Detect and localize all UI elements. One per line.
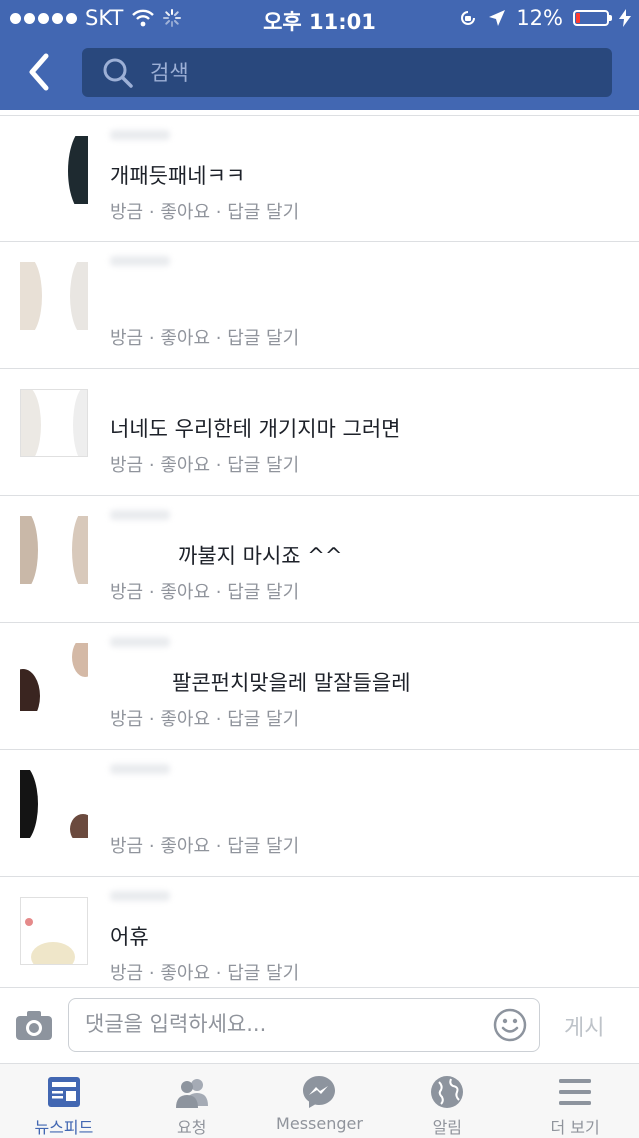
tab-messenger[interactable]: Messenger — [256, 1064, 384, 1138]
comment-time: 방금 — [110, 963, 144, 984]
comment-text: 팔콘펀치맞을레 말잘들을레 — [172, 671, 411, 695]
status-right: 12% — [458, 6, 631, 30]
comment-time: 방금 — [110, 582, 144, 603]
comment-composer: 게시 — [0, 987, 639, 1063]
like-button[interactable]: 좋아요 — [160, 836, 210, 857]
comment-time: 방금 — [110, 328, 144, 349]
search-bar[interactable] — [82, 48, 612, 97]
tab-label: 더 보기 — [550, 1118, 600, 1137]
commenter-name-redacted[interactable] — [110, 891, 170, 901]
reply-button[interactable]: 답글 달기 — [227, 836, 299, 857]
commenter-name-redacted[interactable] — [110, 637, 170, 647]
comment-item: 개패듯패네ㅋㅋ 방금 · 좋아요 · 답글 달기 — [0, 115, 639, 242]
comment-actions: 방금 · 좋아요 · 답글 달기 — [110, 836, 300, 857]
charging-bolt-icon — [619, 9, 631, 27]
messenger-icon — [303, 1076, 336, 1108]
reply-button[interactable]: 답글 달기 — [227, 455, 299, 476]
tab-bar: 뉴스피드 요청 Messenger 알림 더 보기 — [0, 1063, 639, 1138]
avatar[interactable] — [20, 897, 88, 965]
camera-icon — [16, 1011, 52, 1040]
comment-time: 방금 — [110, 202, 144, 223]
comment-text: 개패듯패네ㅋㅋ — [110, 164, 246, 188]
tab-notifications[interactable]: 알림 — [383, 1064, 511, 1138]
battery-percentage: 12% — [516, 6, 563, 30]
post-button[interactable]: 게시 — [564, 1010, 604, 1042]
comment-item: 팔콘펀치맞을레 말잘들을레 방금 · 좋아요 · 답글 달기 — [0, 623, 639, 750]
back-button[interactable] — [22, 50, 56, 94]
battery-icon — [573, 10, 612, 26]
reply-button[interactable]: 답글 달기 — [227, 328, 299, 349]
tab-label: 알림 — [432, 1118, 463, 1137]
news-feed-icon — [47, 1077, 80, 1107]
battery-level-fill — [576, 13, 580, 23]
comment-actions: 방금 · 좋아요 · 답글 달기 — [110, 202, 300, 223]
comment-input[interactable] — [83, 1011, 467, 1037]
reply-button[interactable]: 답글 달기 — [227, 963, 299, 984]
commenter-name-redacted[interactable] — [110, 256, 170, 266]
comment-time: 방금 — [110, 455, 144, 476]
menu-icon — [559, 1079, 592, 1105]
like-button[interactable]: 좋아요 — [160, 582, 210, 603]
comment-time: 방금 — [110, 836, 144, 857]
like-button[interactable]: 좋아요 — [160, 709, 210, 730]
avatar[interactable] — [20, 136, 88, 204]
tab-label: 뉴스피드 — [34, 1118, 94, 1137]
comment-item: 방금 · 좋아요 · 답글 달기 — [0, 750, 639, 877]
tab-friend-requests[interactable]: 요청 — [128, 1064, 256, 1138]
avatar[interactable] — [20, 770, 88, 838]
comment-item: 방금 · 좋아요 · 답글 달기 — [0, 242, 639, 369]
smiley-icon — [493, 1008, 527, 1042]
search-input[interactable] — [148, 59, 552, 86]
comment-actions: 방금 · 좋아요 · 답글 달기 — [110, 455, 300, 476]
search-icon — [103, 58, 133, 88]
like-button[interactable]: 좋아요 — [160, 202, 210, 223]
avatar[interactable] — [20, 389, 88, 457]
comment-text: 까불지 마시죠 ^^ — [178, 544, 343, 568]
comment-item: 어휴 방금 · 좋아요 · 답글 달기 — [0, 877, 639, 1004]
comment-item: 너네도 우리한테 개기지마 그러면 방금 · 좋아요 · 답글 달기 — [0, 369, 639, 496]
tab-more[interactable]: 더 보기 — [511, 1064, 639, 1138]
avatar[interactable] — [20, 516, 88, 584]
tab-news-feed[interactable]: 뉴스피드 — [0, 1064, 128, 1138]
reply-button[interactable]: 답글 달기 — [227, 202, 299, 223]
like-button[interactable]: 좋아요 — [160, 328, 210, 349]
tab-label: 요청 — [176, 1118, 207, 1137]
app-header: SKT 오후 11:01 12% 검색 — [0, 0, 639, 110]
status-bar: SKT 오후 11:01 12% — [0, 0, 639, 36]
comment-field[interactable] — [68, 998, 540, 1052]
reply-button[interactable]: 답글 달기 — [227, 582, 299, 603]
comment-actions: 방금 · 좋아요 · 답글 달기 — [110, 328, 300, 349]
comment-actions: 방금 · 좋아요 · 답글 달기 — [110, 582, 300, 603]
reply-button[interactable]: 답글 달기 — [227, 709, 299, 730]
comment-actions: 방금 · 좋아요 · 답글 달기 — [110, 963, 300, 984]
avatar[interactable] — [20, 262, 88, 330]
tab-label: Messenger — [276, 1114, 363, 1133]
avatar[interactable] — [20, 643, 88, 711]
globe-icon — [431, 1076, 464, 1108]
commenter-name-redacted[interactable] — [110, 130, 170, 140]
sticker-button[interactable] — [493, 1008, 527, 1042]
comment-item: 까불지 마시죠 ^^ 방금 · 좋아요 · 답글 달기 — [0, 496, 639, 623]
comment-list: 개패듯패네ㅋㅋ 방금 · 좋아요 · 답글 달기 방금 · 좋아요 · 답글 달… — [0, 115, 639, 1004]
commenter-name-redacted[interactable] — [110, 510, 170, 520]
comment-actions: 방금 · 좋아요 · 답글 달기 — [110, 709, 300, 730]
comment-text: 너네도 우리한테 개기지마 그러면 — [110, 417, 401, 441]
comment-time: 방금 — [110, 709, 144, 730]
like-button[interactable]: 좋아요 — [160, 963, 210, 984]
chevron-left-icon — [29, 53, 49, 91]
friend-requests-icon — [175, 1079, 208, 1108]
commenter-name-redacted[interactable] — [110, 764, 170, 774]
location-arrow-icon — [489, 10, 506, 26]
orientation-lock-icon — [461, 11, 476, 25]
comment-text: 어휴 — [110, 925, 149, 949]
camera-button[interactable] — [14, 1008, 54, 1042]
like-button[interactable]: 좋아요 — [160, 455, 210, 476]
